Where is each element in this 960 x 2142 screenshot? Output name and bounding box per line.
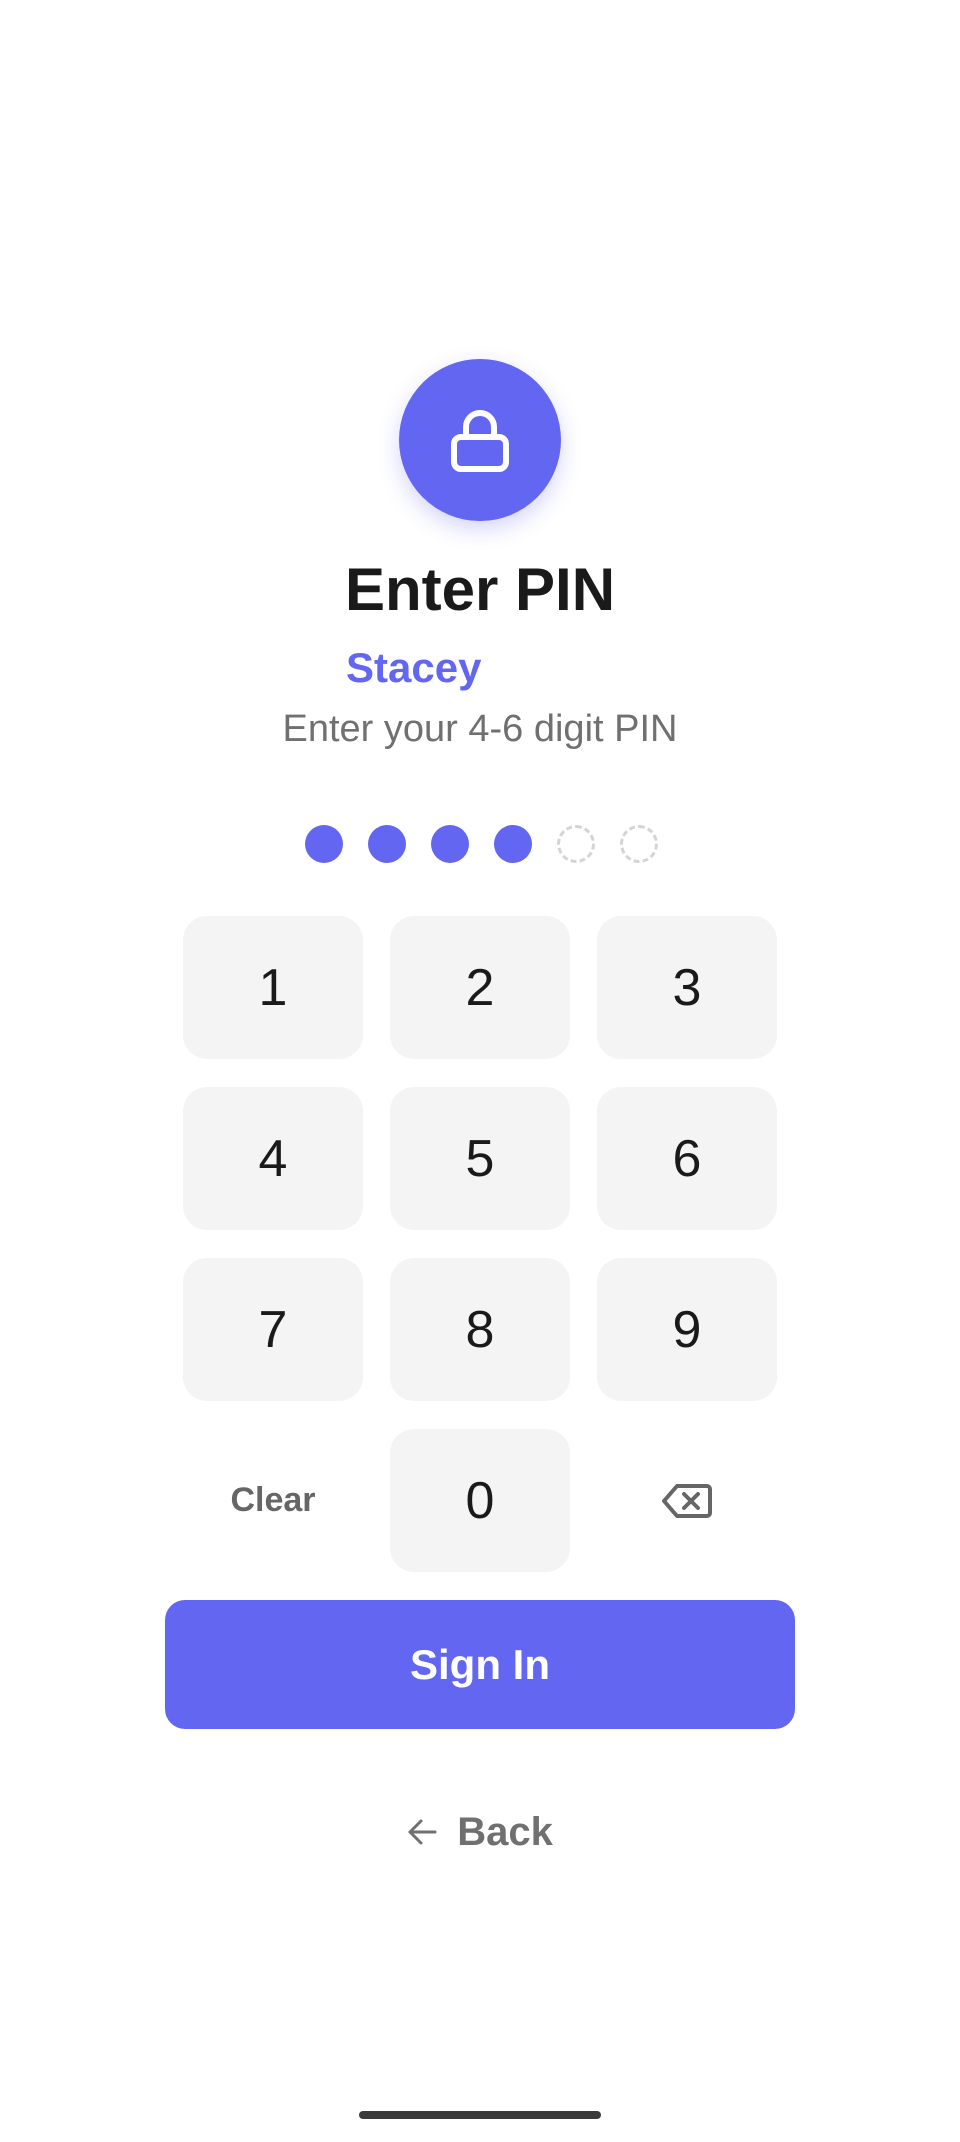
pin-dot-filled [368, 825, 406, 863]
arrow-left-icon [408, 1819, 437, 1845]
pin-entry-screen: Enter PIN Stacey Enter your 4-6 digit PI… [0, 0, 960, 2142]
lock-badge [399, 359, 561, 521]
key-9[interactable]: 9 [597, 1258, 777, 1401]
lock-icon [451, 410, 509, 472]
backspace-icon [662, 1483, 712, 1518]
home-indicator[interactable] [359, 2111, 601, 2119]
pin-dot-filled [305, 825, 343, 863]
pin-dot-filled [494, 825, 532, 863]
key-1[interactable]: 1 [183, 916, 363, 1059]
page-title: Enter PIN [344, 556, 616, 623]
key-8[interactable]: 8 [390, 1258, 570, 1401]
backspace-button[interactable] [597, 1429, 777, 1572]
key-0[interactable]: 0 [390, 1429, 570, 1572]
clear-button[interactable]: Clear [183, 1429, 363, 1572]
key-2[interactable]: 2 [390, 916, 570, 1059]
key-5[interactable]: 5 [390, 1087, 570, 1230]
back-button[interactable]: Back [0, 1802, 960, 1862]
user-name: Stacey [346, 644, 482, 691]
pin-dot-empty [557, 825, 595, 863]
back-label: Back [457, 1809, 553, 1854]
sign-in-button[interactable]: Sign In [165, 1600, 795, 1729]
numeric-keypad: 1 2 3 4 5 6 7 8 9 Clear 0 [183, 916, 777, 1572]
pin-instructions: Enter your 4-6 digit PIN [282, 708, 678, 750]
key-3[interactable]: 3 [597, 916, 777, 1059]
pin-indicator [305, 825, 658, 863]
pin-dot-filled [431, 825, 469, 863]
key-6[interactable]: 6 [597, 1087, 777, 1230]
key-7[interactable]: 7 [183, 1258, 363, 1401]
pin-dot-empty [620, 825, 658, 863]
key-4[interactable]: 4 [183, 1087, 363, 1230]
